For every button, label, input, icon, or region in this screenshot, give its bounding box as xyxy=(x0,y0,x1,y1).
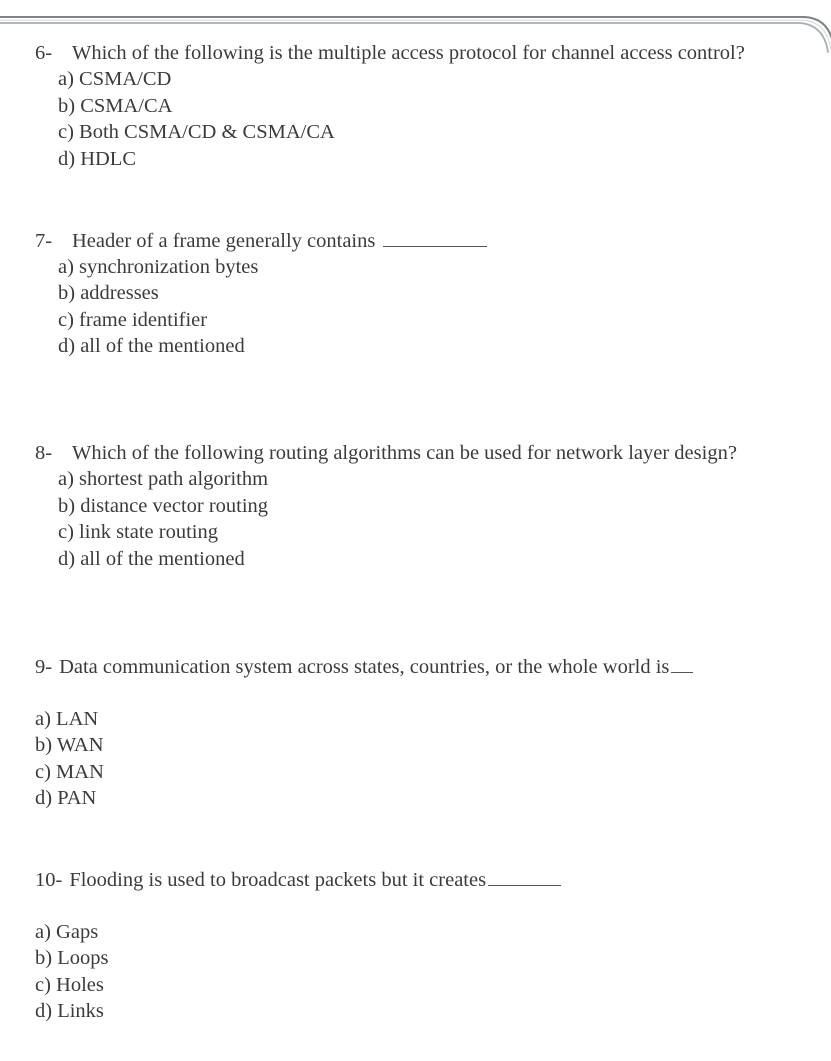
options-list-6: a) CSMA/CD b) CSMA/CA c) Both CSMA/CD & … xyxy=(0,66,831,172)
question-heading-7: 7- Header of a frame generally contains xyxy=(0,227,831,254)
question-number-6: 6- xyxy=(35,42,53,64)
option-item[interactable]: a) CSMA/CD xyxy=(58,66,831,93)
options-list-10: a) Gaps b) Loops c) Holes d) Links xyxy=(0,919,831,1025)
question-text-7: Header of a frame generally contains xyxy=(72,229,376,252)
option-item[interactable]: c) MAN xyxy=(35,759,831,786)
option-item[interactable]: d) HDLC xyxy=(58,146,831,173)
options-list-9: a) LAN b) WAN c) MAN d) PAN xyxy=(0,706,831,812)
option-item[interactable]: d) PAN xyxy=(35,785,831,812)
option-item[interactable]: b) addresses xyxy=(58,280,831,307)
question-text-8: Which of the following routing algorithm… xyxy=(72,442,737,464)
options-list-7: a) synchronization bytes b) addresses c)… xyxy=(0,254,831,360)
question-block-10: 10- Flooding is used to broadcast packets… xyxy=(0,866,831,1025)
question-number-10: 10- xyxy=(35,868,63,891)
question-number-8: 8- xyxy=(35,442,53,464)
question-number-9: 9- xyxy=(35,655,53,678)
option-item[interactable]: b) WAN xyxy=(35,732,831,759)
option-item[interactable]: c) Both CSMA/CD & CSMA/CA xyxy=(58,119,831,146)
option-item[interactable]: a) shortest path algorithm xyxy=(58,466,831,493)
question-block-7: 7- Header of a frame generally contains … xyxy=(0,227,831,360)
option-item[interactable]: c) link state routing xyxy=(58,519,831,546)
option-item[interactable]: a) Gaps xyxy=(35,919,831,946)
answer-blank-7[interactable] xyxy=(383,227,488,247)
question-block-8: 8- Which of the following routing algori… xyxy=(0,440,831,572)
option-item[interactable]: c) Holes xyxy=(35,972,831,999)
question-heading-9: 9- Data communication system across state… xyxy=(0,653,831,680)
question-heading-8: 8- Which of the following routing algori… xyxy=(0,440,831,466)
question-text-6: Which of the following is the multiple a… xyxy=(72,42,745,64)
option-item[interactable]: b) CSMA/CA xyxy=(58,93,831,120)
question-block-6: 6- Which of the following is the multipl… xyxy=(0,40,831,172)
option-item[interactable]: d) all of the mentioned xyxy=(58,546,831,573)
answer-blank-10[interactable] xyxy=(488,866,562,886)
document-page: 6- Which of the following is the multipl… xyxy=(0,0,831,1061)
question-number-7: 7- xyxy=(35,229,53,252)
question-text-10: Flooding is used to broadcast packets bu… xyxy=(69,868,487,891)
answer-blank-9[interactable] xyxy=(671,653,694,673)
option-item[interactable]: a) LAN xyxy=(35,706,831,733)
question-heading-10: 10- Flooding is used to broadcast packets… xyxy=(0,866,831,893)
question-text-9: Data communication system across states,… xyxy=(59,655,670,678)
option-item[interactable]: c) frame identifier xyxy=(58,307,831,334)
option-item[interactable]: b) Loops xyxy=(35,945,831,972)
question-block-9: 9- Data communication system across state… xyxy=(0,653,831,812)
question-heading-6: 6- Which of the following is the multipl… xyxy=(0,40,831,66)
option-item[interactable]: b) distance vector routing xyxy=(58,493,831,520)
option-item[interactable]: a) synchronization bytes xyxy=(58,254,831,281)
options-list-8: a) shortest path algorithm b) distance v… xyxy=(0,466,831,572)
option-item[interactable]: d) Links xyxy=(35,998,831,1025)
option-item[interactable]: d) all of the mentioned xyxy=(58,333,831,360)
